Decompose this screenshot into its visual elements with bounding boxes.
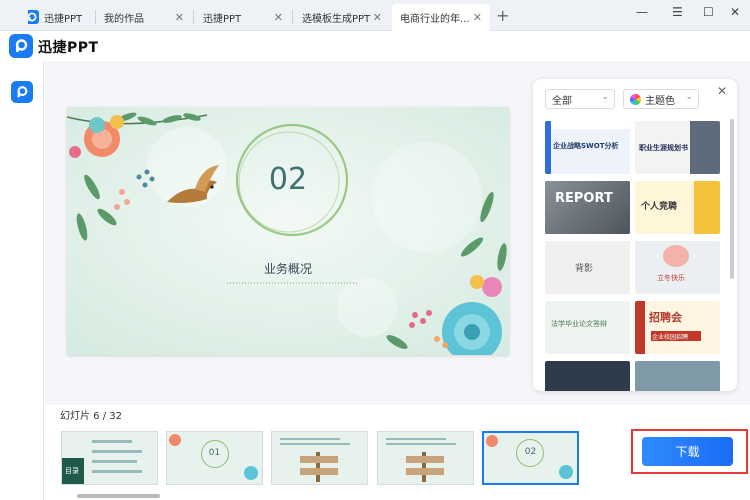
download-button[interactable]: 下载 <box>642 437 733 466</box>
template-card[interactable]: 立冬快乐 <box>635 241 720 294</box>
theme-color-dropdown[interactable]: 主题色 ⌄ <box>623 89 699 109</box>
tab-divider <box>95 10 96 24</box>
panel-close-icon[interactable]: ✕ <box>717 84 727 98</box>
slide-preview[interactable]: 02 业务概况 <box>67 107 509 355</box>
thumbnail-text: 01 <box>208 448 221 458</box>
template-card[interactable]: REPORT <box>545 181 630 234</box>
template-title: REPORT <box>555 191 613 206</box>
maximize-icon[interactable]: ☐ <box>703 5 714 19</box>
tab-label: 迅捷PPT <box>203 14 242 25</box>
template-title: 招聘会 <box>649 311 682 324</box>
template-title: 个人竞聘 <box>641 202 678 212</box>
tab-label: 迅捷PPT <box>44 14 83 25</box>
slide-thumbnail[interactable] <box>271 431 368 485</box>
template-card[interactable]: 背影 <box>545 241 630 294</box>
tab-label: 选模板生成PPT <box>302 14 371 25</box>
panel-scrollbar[interactable] <box>730 119 734 279</box>
minimize-icon[interactable]: — <box>636 5 648 19</box>
slide-thumbnail-active[interactable]: 02 <box>482 431 579 485</box>
tab-ecommerce-active[interactable]: 电商行业的年... ✕ <box>392 4 490 31</box>
tab-xunjie-ppt-2[interactable]: 迅捷PPT ✕ <box>203 4 291 31</box>
close-icon[interactable]: ✕ <box>175 11 184 24</box>
left-sidebar <box>0 61 44 500</box>
template-title: 背影 <box>575 264 594 274</box>
category-dropdown[interactable]: 全部 ⌄ <box>545 89 615 109</box>
template-subtitle: 企业校园招聘 <box>652 334 689 341</box>
tab-my-works[interactable]: 我的作品 ✕ <box>104 4 192 31</box>
tab-divider <box>292 10 293 24</box>
template-card[interactable]: 职业生涯规划书 <box>635 121 720 174</box>
slide-counter: 幻灯片 6 / 32 <box>60 411 122 422</box>
tab-label: 我的作品 <box>104 14 144 25</box>
template-title: 职业生涯规划书 <box>639 144 688 152</box>
template-title: 企业战略SWOT分析 <box>553 142 619 150</box>
template-card[interactable]: 企业战略SWOT分析 <box>545 121 630 174</box>
tab-divider <box>193 10 194 24</box>
download-highlight: 下载 <box>631 429 748 474</box>
app-name: 迅捷PPT <box>38 40 99 56</box>
tab-template-generate[interactable]: 选模板生成PPT ✕ <box>302 4 390 31</box>
restore-icon[interactable]: ☰ <box>672 5 683 19</box>
app-logo-icon <box>28 10 39 24</box>
template-card[interactable] <box>545 361 630 391</box>
slide-thumbnail[interactable]: 目录 <box>61 431 158 485</box>
template-card[interactable]: 招聘会 企业校园招聘 <box>635 301 720 354</box>
close-icon[interactable]: ✕ <box>473 11 482 24</box>
slide-thumbnail[interactable]: 01 <box>166 431 263 485</box>
app-logo-icon <box>9 34 33 58</box>
tab-xunjie-ppt[interactable]: 迅捷PPT <box>28 4 98 31</box>
slide-background-art <box>67 107 509 355</box>
category-dropdown-value: 全部 <box>552 95 572 107</box>
chevron-down-icon: ⌄ <box>685 92 693 102</box>
tab-label: 电商行业的年... <box>400 14 470 25</box>
template-panel: ✕ 全部 ⌄ 主题色 ⌄ 企业战略SWOT分析 职业生涯规划书 REPORT 个… <box>533 79 737 391</box>
close-icon[interactable]: ✕ <box>373 11 382 24</box>
template-title: 立冬快乐 <box>657 274 685 282</box>
close-icon[interactable]: ✕ <box>274 11 283 24</box>
app-header: 迅捷PPT <box>0 31 750 61</box>
slide-section-title: 业务概况 <box>263 262 312 276</box>
color-wheel-icon <box>630 93 641 105</box>
tab-bar: 迅捷PPT 我的作品 ✕ 迅捷PPT ✕ 选模板生成PPT ✕ 电商行业的年..… <box>0 0 750 31</box>
template-card[interactable]: 个人竞聘 <box>635 181 720 234</box>
new-tab-icon[interactable]: + <box>496 6 509 25</box>
window-close-icon[interactable]: ✕ <box>730 5 740 19</box>
thumbnail-scrollbar[interactable] <box>77 494 160 498</box>
theme-color-dropdown-value: 主题色 <box>645 95 675 107</box>
slide-thumbnail[interactable] <box>377 431 474 485</box>
template-title: 法学毕业论文答辩 <box>551 320 607 328</box>
slide-section-number: 02 <box>268 162 308 197</box>
chevron-down-icon: ⌄ <box>601 92 609 102</box>
thumbnail-text: 02 <box>524 447 537 457</box>
ppt-home-icon[interactable] <box>11 81 33 103</box>
template-card[interactable]: 法学毕业论文答辩 <box>545 301 630 354</box>
thumbnail-text: 目录 <box>65 467 79 475</box>
template-card[interactable] <box>635 361 720 391</box>
